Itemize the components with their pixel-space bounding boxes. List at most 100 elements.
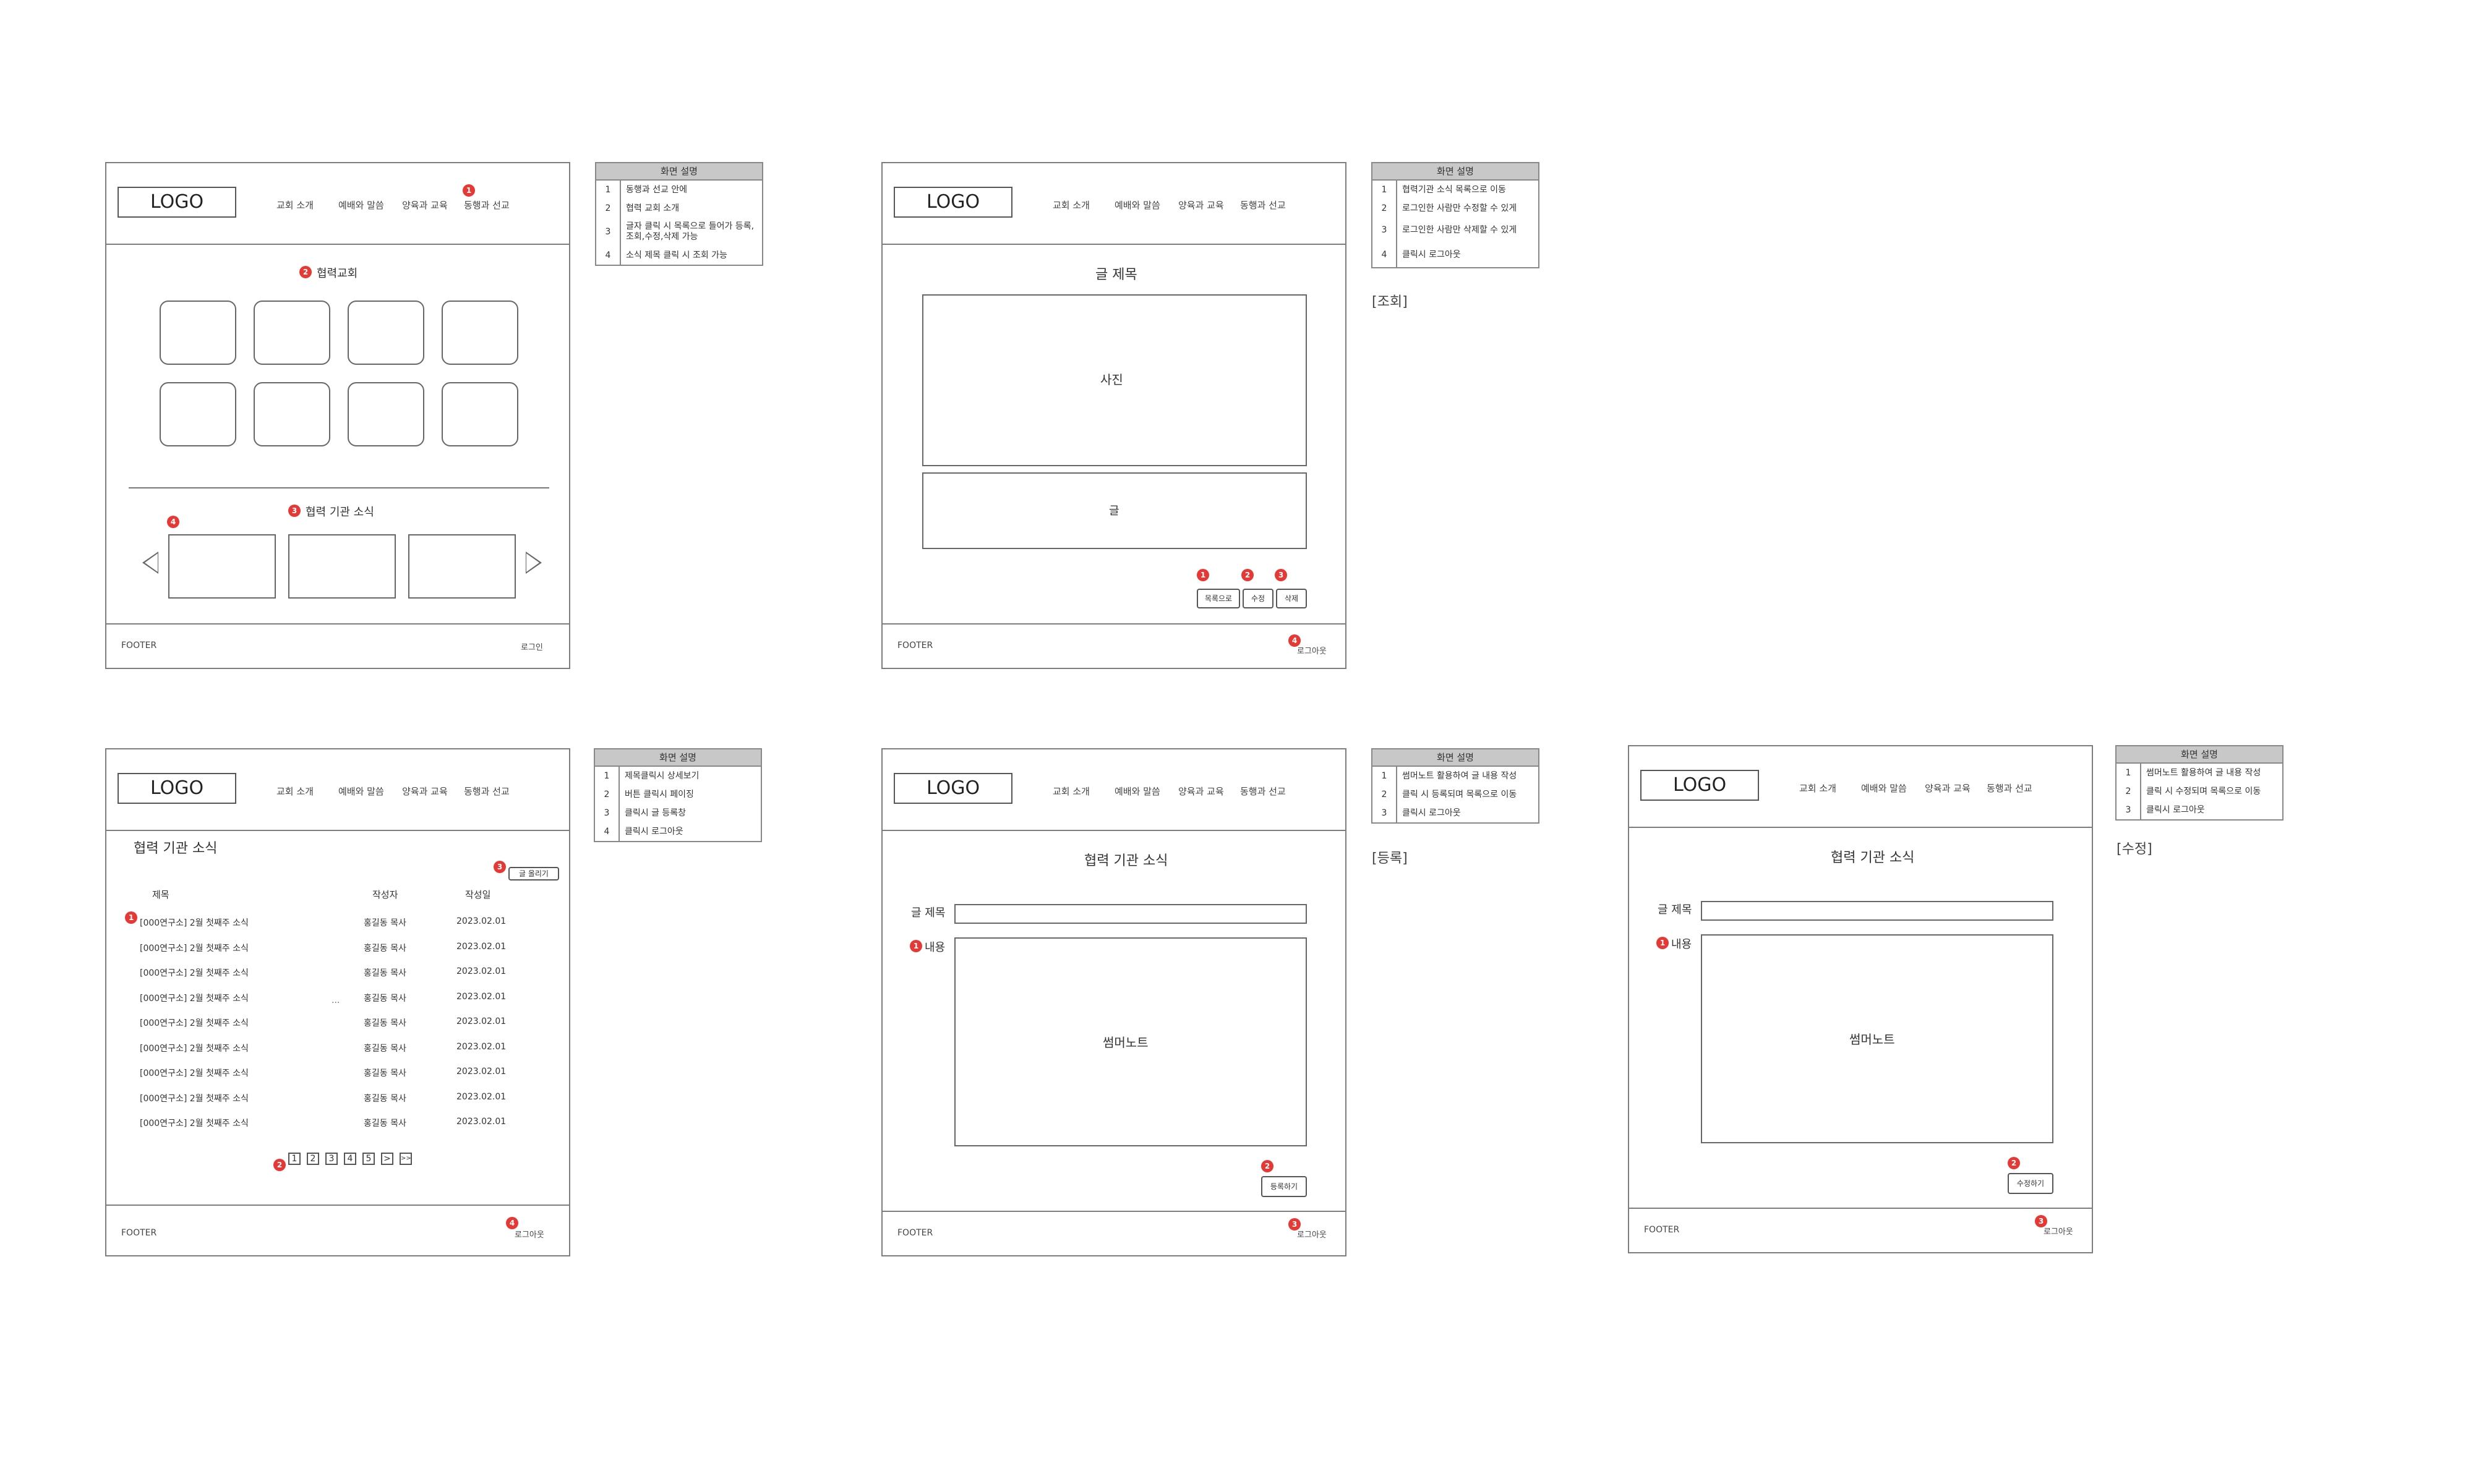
carousel-prev-icon[interactable] (142, 552, 158, 574)
logo[interactable]: LOGO (894, 187, 1012, 218)
logo[interactable]: LOGO (894, 773, 1012, 804)
footer-text: FOOTER (121, 1228, 157, 1238)
nav-worship[interactable]: 예배와 말씀 (338, 198, 384, 211)
edit-button[interactable]: 수정 (1243, 589, 1273, 608)
church-card[interactable] (254, 301, 330, 365)
footer-text: FOOTER (1644, 1225, 1680, 1235)
photo-label: 사진 (1100, 372, 1123, 387)
header: LOGO 교회 소개 예배와 말씀 양육과 교육 동행과 선교 (883, 163, 1345, 245)
page-button[interactable]: >> (400, 1153, 412, 1165)
news-card[interactable] (288, 534, 396, 599)
wireframe-list: LOGO 교회 소개 예배와 말씀 양육과 교육 동행과 선교 협력 기관 소식… (105, 748, 570, 1256)
post-title-link[interactable]: [000연구소] 2월 첫째주 소식 (140, 942, 249, 954)
editor-label: 썸머노트 (1849, 1032, 1895, 1047)
news-card[interactable] (168, 534, 276, 599)
page-button[interactable]: 5 (362, 1153, 375, 1165)
marker-badge: 4 (506, 1217, 518, 1229)
nav-mission[interactable]: 동행과 선교 (464, 198, 510, 211)
church-card[interactable] (160, 382, 236, 446)
nav-worship[interactable]: 예배와 말씀 (338, 785, 384, 798)
wireframe-register: LOGO 교회 소개 예배와 말씀 양육과 교육 동행과 선교 협력 기관 소식… (881, 748, 1346, 1256)
header: LOGO 교회 소개 예배와 말씀 양육과 교육 동행과 선교 (1629, 746, 2092, 828)
nav-worship[interactable]: 예배와 말씀 (1115, 198, 1160, 211)
post-title-link[interactable]: [000연구소] 2월 첫째주 소식 (140, 916, 249, 929)
nav-worship[interactable]: 예배와 말씀 (1115, 785, 1160, 798)
desc-header: 화면 설명 (595, 749, 761, 767)
post-title-link[interactable]: [000연구소] 2월 첫째주 소식 (140, 1092, 249, 1104)
logout-link[interactable]: 로그아웃 (1297, 1228, 1327, 1240)
desc-row: 4 클릭시 로그아웃 (1372, 242, 1538, 267)
post-title-link[interactable]: [000연구소] 2월 첫째주 소식 (140, 1067, 249, 1079)
screen-description-table: 화면 설명 1 동행과 선교 안에 2 협력 교회 소개 3 글자 클릭 시 목록으로… (595, 162, 763, 266)
marker-badge: 1 (1656, 937, 1669, 949)
nav-worship[interactable]: 예배와 말씀 (1861, 782, 1907, 795)
page-button[interactable]: > (381, 1153, 393, 1165)
footer: FOOTER 로그인 (106, 623, 569, 668)
church-card[interactable] (160, 301, 236, 365)
nav-mission[interactable]: 동행과 선교 (464, 785, 510, 798)
post-author: 홍길동 목사 (364, 968, 406, 978)
desc-row: 4 소식 제목 클릭 시 조회 가능 (596, 246, 762, 265)
nav-education[interactable]: 양육과 교육 (402, 785, 448, 798)
nav-education[interactable]: 양육과 교육 (1178, 785, 1224, 798)
update-button[interactable]: 수정하기 (2008, 1173, 2053, 1194)
post-title-link[interactable]: [000연구소] 2월 첫째주 소식 (140, 1117, 249, 1129)
logo[interactable]: LOGO (118, 187, 236, 218)
church-card[interactable] (348, 301, 424, 365)
nav-education[interactable]: 양육과 교육 (402, 198, 448, 211)
footer: FOOTER 3 로그아웃 (1629, 1208, 2092, 1252)
back-to-list-button[interactable]: 목록으로 (1197, 589, 1240, 608)
post-date: 2023.02.01 (456, 1117, 507, 1127)
church-card[interactable] (442, 301, 518, 365)
news-card[interactable] (408, 534, 516, 599)
nav-church-intro[interactable]: 교회 소개 (1053, 198, 1090, 211)
title-input[interactable] (954, 904, 1307, 924)
page-button[interactable]: 3 (325, 1153, 338, 1165)
nav-church-intro[interactable]: 교회 소개 (1799, 782, 1836, 795)
post-title-link[interactable]: [000연구소] 2월 첫째주 소식 (140, 992, 249, 1004)
church-card[interactable] (254, 382, 330, 446)
post-title-link[interactable]: [000연구소] 2월 첫째주 소식 (140, 1017, 249, 1029)
desc-header: 화면 설명 (1372, 749, 1538, 767)
title-input[interactable] (1701, 901, 2053, 921)
page-button[interactable]: 4 (344, 1153, 356, 1165)
nav-church-intro[interactable]: 교회 소개 (1053, 785, 1090, 798)
logo[interactable]: LOGO (118, 773, 236, 804)
header: LOGO 교회 소개 예배와 말씀 양육과 교육 동행과 선교 (106, 749, 569, 831)
summernote-editor[interactable]: 썸머노트 (954, 937, 1307, 1146)
login-link[interactable]: 로그인 (521, 641, 543, 652)
wireframe-main: LOGO 교회 소개 예배와 말씀 양육과 교육 동행과 선교 1 2 협력교회… (105, 162, 570, 669)
logout-link[interactable]: 로그아웃 (515, 1228, 544, 1240)
section-title-news: 협력 기관 소식 (306, 506, 374, 519)
page-button[interactable]: 1 (288, 1153, 301, 1165)
nav-mission[interactable]: 동행과 선교 (1987, 782, 2032, 795)
post-author: 홍길동 목사 (364, 1043, 406, 1054)
submit-button[interactable]: 등록하기 (1261, 1176, 1307, 1197)
post-title-link[interactable]: [000연구소] 2월 첫째주 소식 (140, 966, 249, 979)
page-button[interactable]: 2 (307, 1153, 319, 1165)
marker-badge: 1 (125, 911, 137, 924)
nav-education[interactable]: 양육과 교육 (1178, 198, 1224, 211)
post-title-link[interactable]: [000연구소] 2월 첫째주 소식 (140, 1042, 249, 1054)
desc-row: 1 썸머노트 활용하여 글 내용 작성 (2117, 764, 2282, 782)
logout-link[interactable]: 로그아웃 (2044, 1225, 2073, 1237)
church-card[interactable] (442, 382, 518, 446)
marker-badge: 3 (288, 505, 301, 517)
column-header-author: 작성자 (372, 889, 398, 900)
church-card[interactable] (348, 382, 424, 446)
logout-link[interactable]: 로그아웃 (1297, 644, 1327, 656)
nav-church-intro[interactable]: 교회 소개 (276, 198, 314, 211)
summernote-editor[interactable]: 썸머노트 (1701, 934, 2053, 1143)
nav-education[interactable]: 양육과 교육 (1925, 782, 1971, 795)
marker-badge: 2 (1241, 569, 1254, 581)
nav-church-intro[interactable]: 교회 소개 (276, 785, 314, 798)
nav-mission[interactable]: 동행과 선교 (1240, 785, 1286, 798)
delete-button[interactable]: 삭제 (1276, 589, 1307, 608)
logo[interactable]: LOGO (1640, 770, 1759, 801)
write-post-button[interactable]: 글 올리기 (508, 867, 559, 881)
post-date: 2023.02.01 (456, 1017, 507, 1026)
desc-header: 화면 설명 (596, 163, 762, 181)
marker-badge: 1 (910, 940, 922, 952)
carousel-next-icon[interactable] (526, 552, 542, 574)
nav-mission[interactable]: 동행과 선교 (1240, 198, 1286, 211)
